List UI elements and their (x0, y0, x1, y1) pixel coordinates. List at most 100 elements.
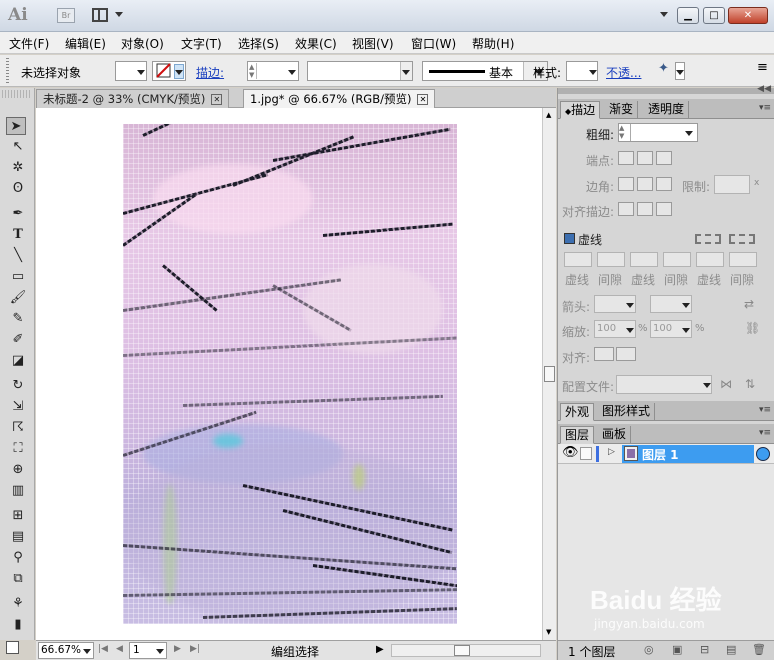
tab-appearance[interactable]: 外观 (560, 403, 595, 421)
free-transform-tool-icon[interactable]: ⛶ (8, 440, 28, 458)
menu-object[interactable]: 对象(O) (121, 35, 164, 52)
menu-view[interactable]: 视图(V) (352, 35, 394, 52)
align-inside-stroke-icon[interactable] (637, 202, 653, 216)
fill-swatch-icon[interactable] (6, 641, 19, 654)
width-profile-dropdown[interactable] (616, 375, 712, 394)
round-join-icon[interactable] (637, 177, 653, 191)
menu-help[interactable]: 帮助(H) (472, 35, 514, 52)
control-bar-grip[interactable] (6, 57, 9, 83)
arrow-tip-beyond-icon[interactable] (594, 347, 614, 361)
fill-color-swatch[interactable] (115, 61, 147, 81)
align-center-stroke-icon[interactable] (618, 202, 634, 216)
stroke-color-swatch[interactable] (152, 61, 186, 81)
horizontal-scrollbar[interactable] (391, 644, 541, 657)
control-panel-menu-icon[interactable]: ≡ (757, 60, 768, 75)
first-artboard-icon[interactable]: |◀ (98, 644, 108, 654)
bridge-button[interactable]: Br (57, 8, 75, 23)
miter-limit-input[interactable] (714, 175, 750, 194)
stroke-weight-field[interactable]: ▲ ▼ (247, 61, 299, 81)
tools-panel-grip[interactable] (2, 90, 32, 98)
tab-layers[interactable]: 图层 (560, 426, 595, 444)
close-tab-icon[interactable]: ✕ (417, 94, 429, 105)
layer-row[interactable]: 👁 ▷ 图层 1 (558, 444, 774, 464)
bevel-join-icon[interactable] (656, 177, 672, 191)
lasso-tool-icon[interactable]: ʘ (8, 180, 28, 198)
placed-image[interactable] (123, 124, 457, 624)
close-button[interactable]: ✕ (728, 7, 768, 24)
graphic-style-swatch[interactable] (566, 61, 598, 81)
scrollbar-thumb[interactable] (454, 645, 470, 656)
start-arrowhead-dropdown[interactable] (594, 295, 636, 313)
butt-cap-icon[interactable] (618, 151, 634, 165)
pencil-tool-icon[interactable]: ✎ (8, 310, 28, 328)
stroke-weight-input[interactable]: ▲ ▼ (618, 123, 698, 142)
minimize-button[interactable]: ▁ (677, 7, 699, 24)
recolor-wand-icon[interactable]: ✦ (658, 61, 669, 76)
opacity-link[interactable]: 不透... (606, 64, 641, 81)
vertical-scrollbar[interactable]: ▲ ▼ (542, 108, 556, 640)
more-options-dropdown[interactable] (675, 62, 685, 80)
layer-name-cell[interactable]: 图层 1 (622, 445, 754, 463)
panel-menu-icon[interactable]: ▾≡ (759, 405, 771, 415)
eyedropper-tool-icon[interactable]: ⚲ (8, 549, 28, 567)
maximize-button[interactable]: □ (703, 7, 725, 24)
eye-visibility-icon[interactable]: 👁 (562, 445, 579, 460)
tab-untitled-2[interactable]: 未标题-2 @ 33% (CMYK/预览) ✕ (36, 89, 230, 108)
tab-stroke[interactable]: ◆描边 (560, 101, 601, 119)
gap-1-input[interactable] (597, 252, 625, 267)
arrow-tip-at-end-icon[interactable] (616, 347, 636, 361)
warp-tool-icon[interactable]: ☈ (8, 419, 28, 437)
preserve-dash-icon[interactable] (695, 234, 721, 244)
column-graph-tool-icon[interactable]: ▮ (8, 616, 28, 634)
flip-along-icon[interactable]: ⋈ (720, 377, 732, 391)
line-tool-icon[interactable]: ╲ (8, 247, 28, 265)
menu-edit[interactable]: 编辑(E) (65, 35, 106, 52)
menu-select[interactable]: 选择(S) (238, 35, 279, 52)
artboard-number-field[interactable]: 1 (129, 642, 167, 659)
previous-artboard-icon[interactable]: ◀ (116, 644, 123, 654)
scroll-up-icon[interactable]: ▲ (546, 111, 551, 119)
symbol-sprayer-tool-icon[interactable]: ▥ (8, 482, 28, 500)
paintbrush-tool-icon[interactable]: 🖌 (8, 289, 28, 307)
scroll-down-icon[interactable]: ▼ (546, 628, 551, 636)
symbol-sprayer-tool-icon[interactable]: ⚘ (8, 595, 28, 613)
gap-3-input[interactable] (729, 252, 757, 267)
gradient-tool-icon[interactable]: ▤ (8, 528, 28, 546)
new-layer-icon[interactable]: ▤ (726, 643, 736, 656)
panel-dock-header[interactable]: ◀◀ (558, 84, 774, 94)
artboard-canvas[interactable] (36, 108, 542, 640)
variable-width-profile[interactable] (307, 61, 413, 81)
workspace-switcher-chevron-icon[interactable] (660, 12, 668, 17)
scrollbar-thumb[interactable] (544, 366, 555, 382)
selection-tool-icon[interactable]: ➤ (6, 117, 26, 135)
dashed-line-checkbox[interactable] (564, 233, 575, 244)
mesh-tool-icon[interactable]: ⊞ (8, 507, 28, 525)
blend-tool-icon[interactable]: ⧉ (8, 570, 28, 588)
start-scale-input[interactable]: 100 (594, 320, 636, 338)
locate-object-icon[interactable]: ◎ (644, 643, 654, 656)
link-scale-icon[interactable]: ⛓ (745, 321, 760, 335)
tab-gradient[interactable]: 渐变 (605, 101, 639, 119)
close-tab-icon[interactable]: ✕ (211, 94, 223, 105)
end-arrowhead-dropdown[interactable] (650, 295, 692, 313)
dash-3-input[interactable] (696, 252, 724, 267)
menu-effect[interactable]: 效果(C) (295, 35, 337, 52)
projecting-cap-icon[interactable] (656, 151, 672, 165)
delete-layer-icon[interactable]: 🗑 (752, 643, 766, 656)
shape-builder-tool-icon[interactable]: ⊕ (8, 461, 28, 479)
rectangle-tool-icon[interactable]: ▭ (8, 268, 28, 286)
tab-artboards[interactable]: 画板 (598, 426, 632, 444)
arrange-documents-button[interactable] (92, 7, 126, 24)
stroke-label-link[interactable]: 描边: (196, 64, 224, 81)
menu-window[interactable]: 窗口(W) (411, 35, 456, 52)
brush-definition-dropdown[interactable]: 基本 (422, 61, 548, 81)
status-menu-icon[interactable]: ▶ (376, 644, 384, 655)
tab-1-jpg[interactable]: 1.jpg* @ 66.67% (RGB/预览) ✕ (243, 89, 436, 108)
dash-2-input[interactable] (630, 252, 658, 267)
zoom-level-dropdown[interactable]: 66.67% (38, 642, 94, 659)
flip-across-icon[interactable]: ⇅ (745, 377, 755, 391)
dash-1-input[interactable] (564, 252, 592, 267)
tab-transparency[interactable]: 透明度 (644, 101, 690, 119)
magic-wand-tool-icon[interactable]: ✲ (8, 159, 28, 177)
new-sublayer-icon[interactable]: ⊟ (700, 643, 709, 656)
